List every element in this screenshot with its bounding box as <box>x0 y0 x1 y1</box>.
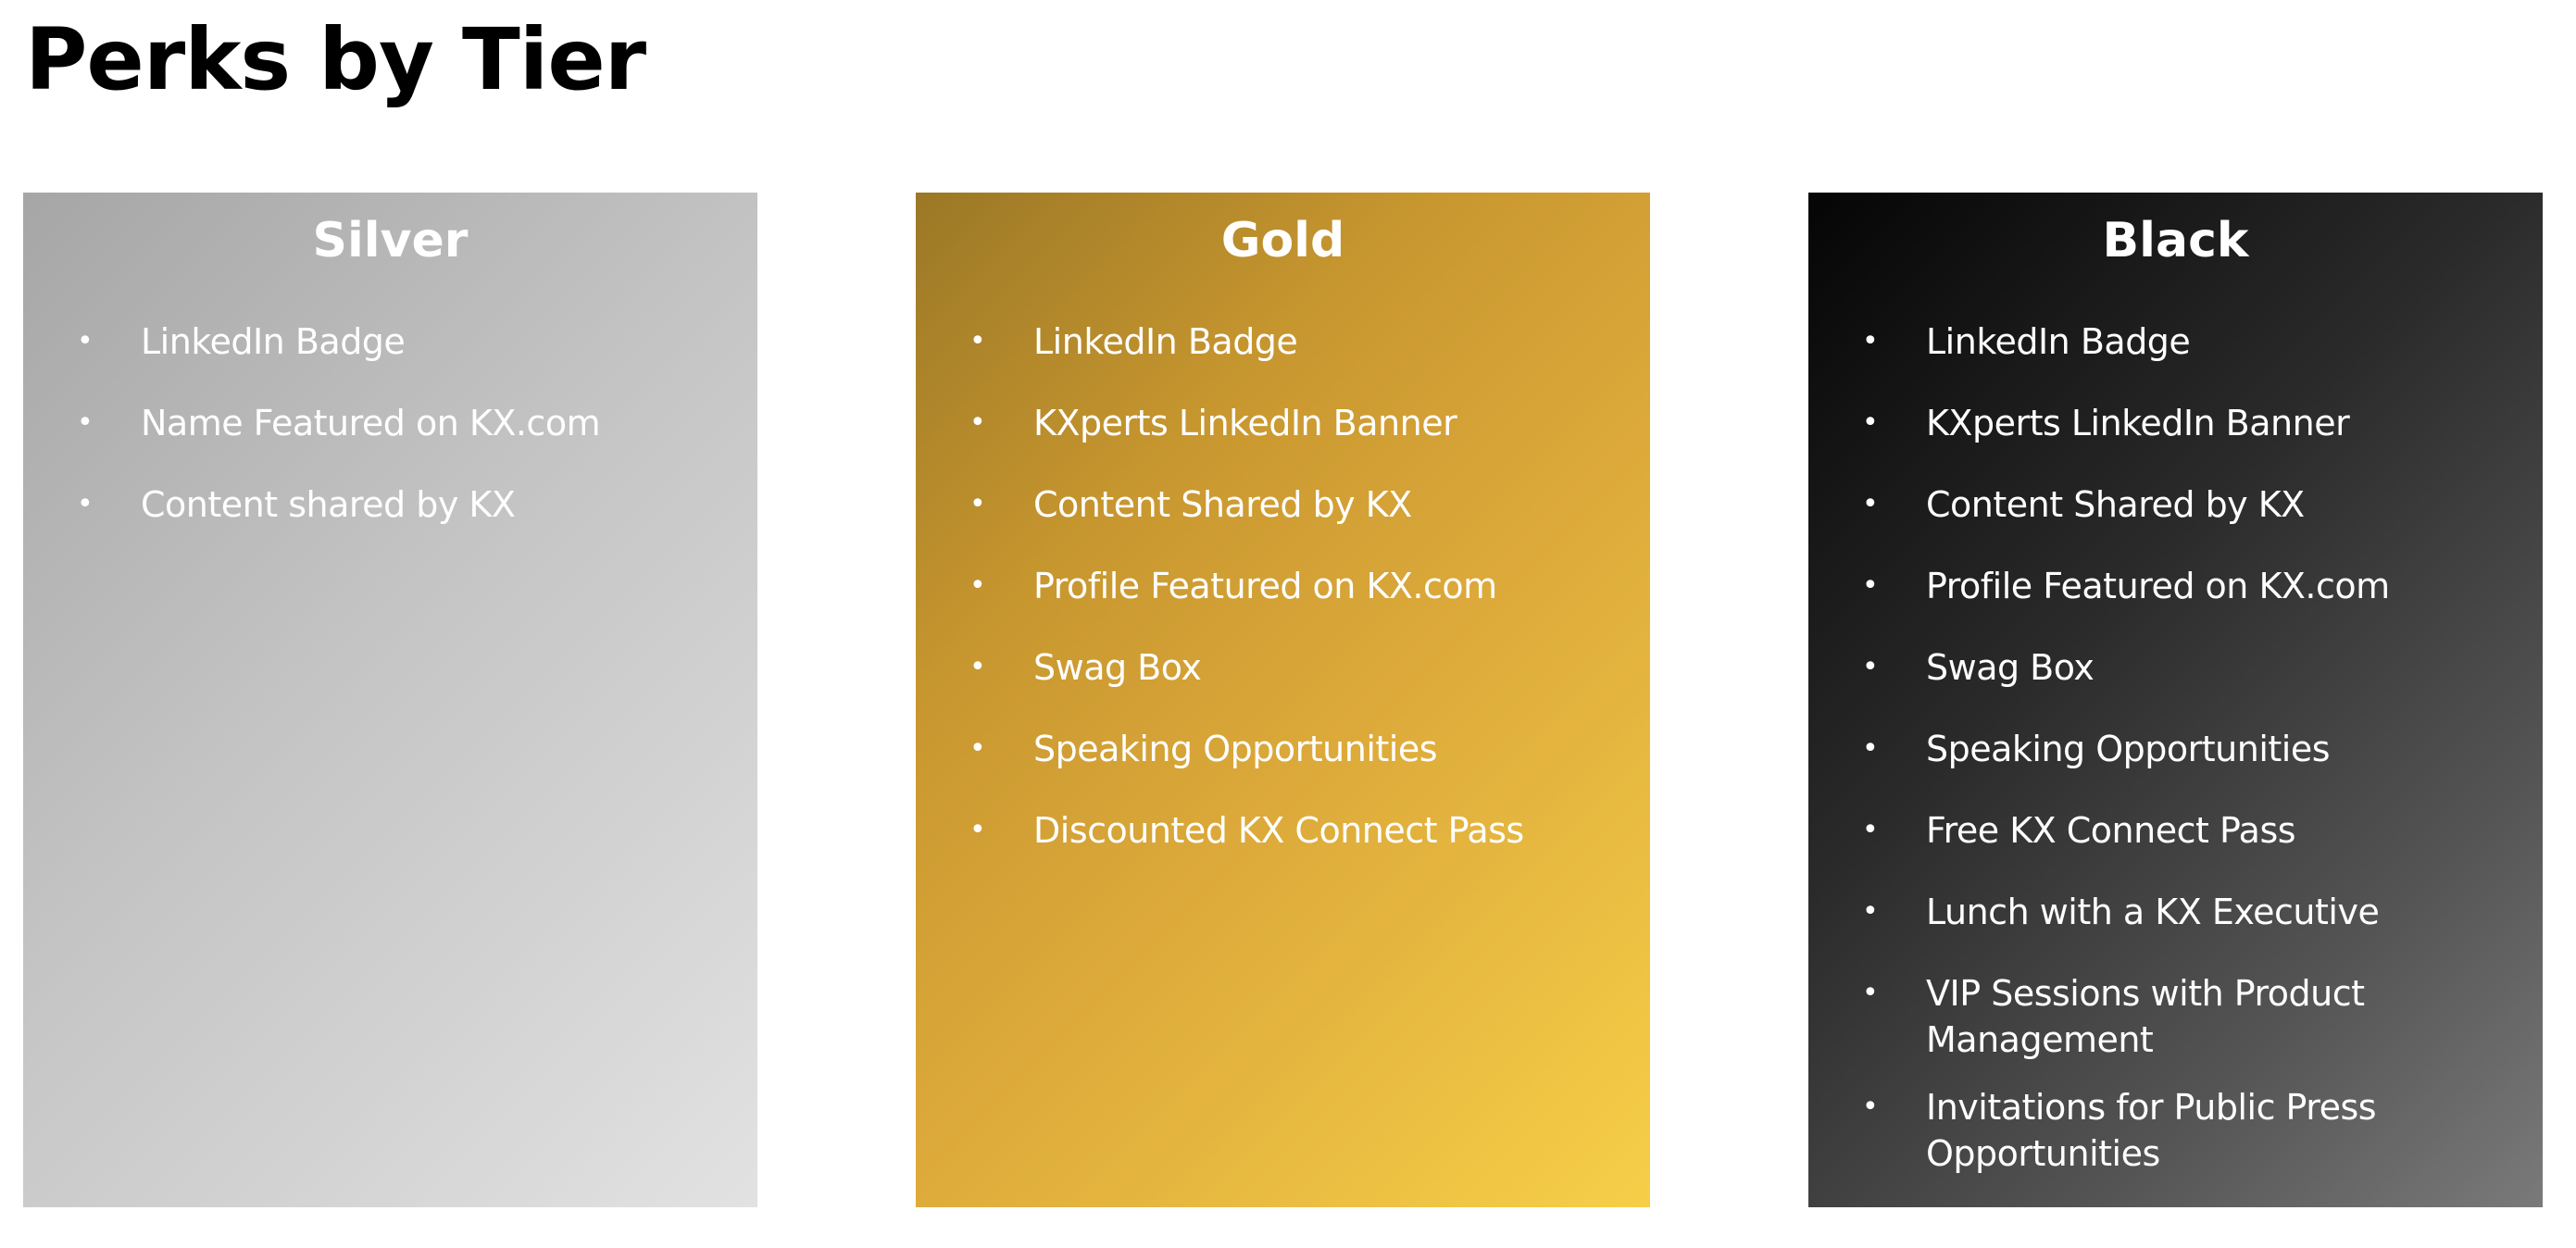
perk-item: • Free KX Connect Pass <box>1808 807 2543 854</box>
perk-item: • Content Shared by KX <box>1808 481 2543 528</box>
perk-list: • LinkedIn Badge • KXperts LinkedIn Banner… <box>916 318 1650 889</box>
bullet-icon: • <box>969 406 986 439</box>
perk-label: Speaking Opportunities <box>1926 729 2331 769</box>
bullet-icon: • <box>1862 977 1879 1009</box>
perk-label: Lunch with a KX Executive <box>1926 892 2380 932</box>
perk-list: • LinkedIn Badge • Name Featured on KX.com… <box>23 318 757 563</box>
perk-label: LinkedIn Badge <box>1033 321 1298 362</box>
perk-label: Swag Box <box>1926 647 2095 688</box>
bullet-icon: • <box>1862 814 1879 846</box>
tier-card-gold: Gold • LinkedIn Badge • KXperts LinkedIn B… <box>916 193 1650 1207</box>
bullet-icon: • <box>77 325 94 357</box>
perk-item: • LinkedIn Badge <box>1808 318 2543 365</box>
perk-label: Speaking Opportunities <box>1033 729 1438 769</box>
perk-item: • Invitations for Public Press Opportunit… <box>1808 1084 2543 1177</box>
tier-card-silver: Silver • LinkedIn Badge • Name Featured on… <box>23 193 757 1207</box>
perk-label: LinkedIn Badge <box>141 321 406 362</box>
tier-title: Black <box>2102 213 2249 268</box>
perk-item: • KXperts LinkedIn Banner <box>916 400 1650 446</box>
perk-item: • KXperts LinkedIn Banner <box>1808 400 2543 446</box>
perk-label: Discounted KX Connect Pass <box>1033 810 1524 851</box>
perk-item: • Swag Box <box>1808 644 2543 691</box>
bullet-icon: • <box>1862 651 1879 683</box>
bullet-icon: • <box>1862 895 1879 928</box>
bullet-icon: • <box>77 406 94 439</box>
bullet-icon: • <box>969 488 986 520</box>
perk-label: Content Shared by KX <box>1033 484 1412 525</box>
perk-label: Invitations for Public Press Opportuniti… <box>1926 1087 2377 1174</box>
perk-label: Swag Box <box>1033 647 1202 688</box>
perk-label: LinkedIn Badge <box>1926 321 2191 362</box>
bullet-icon: • <box>1862 406 1879 439</box>
perk-item: • Name Featured on KX.com <box>23 400 757 446</box>
bullet-icon: • <box>969 732 986 765</box>
perk-item: • LinkedIn Badge <box>916 318 1650 365</box>
bullet-icon: • <box>969 651 986 683</box>
bullet-icon: • <box>1862 488 1879 520</box>
perk-item: • Profile Featured on KX.com <box>1808 563 2543 609</box>
bullet-icon: • <box>969 325 986 357</box>
perk-label: Content Shared by KX <box>1926 484 2305 525</box>
page-title: Perks by Tier <box>25 10 646 109</box>
perk-list: • LinkedIn Badge • KXperts LinkedIn Banner… <box>1808 318 2543 1198</box>
perk-label: KXperts LinkedIn Banner <box>1033 403 1457 443</box>
perk-item: • Lunch with a KX Executive <box>1808 889 2543 935</box>
perk-item: • Content shared by KX <box>23 481 757 528</box>
bullet-icon: • <box>1862 325 1879 357</box>
perk-label: Profile Featured on KX.com <box>1926 566 2390 606</box>
tier-card-black: Black • LinkedIn Badge • KXperts LinkedIn … <box>1808 193 2543 1207</box>
perk-item: • VIP Sessions with Product Management <box>1808 970 2543 1063</box>
bullet-icon: • <box>1862 569 1879 602</box>
perk-label: Free KX Connect Pass <box>1926 810 2296 851</box>
perk-label: Content shared by KX <box>141 484 516 525</box>
perk-item: • Speaking Opportunities <box>916 726 1650 772</box>
bullet-icon: • <box>969 814 986 846</box>
tier-title: Gold <box>1220 213 1345 268</box>
perk-label: VIP Sessions with Product Management <box>1926 973 2365 1060</box>
perk-item: • Profile Featured on KX.com <box>916 563 1650 609</box>
tier-title: Silver <box>312 213 469 268</box>
bullet-icon: • <box>1862 1091 1879 1123</box>
perk-item: • Discounted KX Connect Pass <box>916 807 1650 854</box>
perk-item: • Speaking Opportunities <box>1808 726 2543 772</box>
bullet-icon: • <box>77 488 94 520</box>
perk-label: Name Featured on KX.com <box>141 403 601 443</box>
perk-item: • Content Shared by KX <box>916 481 1650 528</box>
bullet-icon: • <box>1862 732 1879 765</box>
perk-item: • LinkedIn Badge <box>23 318 757 365</box>
perk-label: KXperts LinkedIn Banner <box>1926 403 2350 443</box>
perk-item: • Swag Box <box>916 644 1650 691</box>
perk-label: Profile Featured on KX.com <box>1033 566 1497 606</box>
bullet-icon: • <box>969 569 986 602</box>
